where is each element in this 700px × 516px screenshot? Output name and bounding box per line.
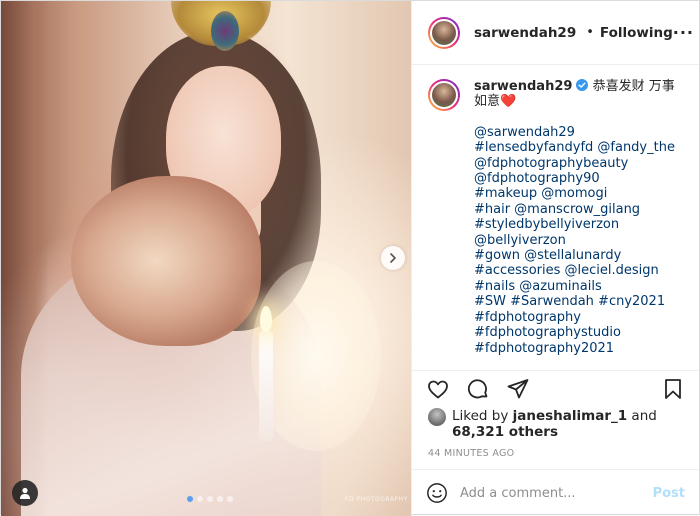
more-icon[interactable]: ··· xyxy=(673,23,694,42)
emoji-icon[interactable] xyxy=(426,482,448,504)
caption-tag-line[interactable]: #styledbybellyiverzon xyxy=(474,217,683,232)
image-headpiece-gem xyxy=(211,11,239,51)
carousel-dot xyxy=(217,496,223,502)
post-container: FD PHOTOGRAPHY sarwendah29 • Following ·… xyxy=(0,0,700,516)
caption-section: sarwendah29 恭喜发财 万事如意❤️ @sarwendah29 #len… xyxy=(412,65,699,364)
user-tag-icon xyxy=(20,487,30,499)
post-image[interactable]: FD PHOTOGRAPHY xyxy=(1,1,411,516)
image-fan xyxy=(71,176,261,346)
image-candle-flame xyxy=(260,306,272,332)
bookmark-icon[interactable] xyxy=(661,377,685,401)
header-separator: • xyxy=(586,25,594,40)
liker-avatar[interactable] xyxy=(428,408,446,426)
author-username[interactable]: sarwendah29 xyxy=(474,25,576,41)
carousel-indicator xyxy=(187,496,233,502)
caption-hashtags: @sarwendah29 #lensedbyfandyfd @fandy_the @… xyxy=(474,125,683,356)
heart-emoji: ❤️ xyxy=(500,94,517,110)
caption-author-avatar[interactable] xyxy=(428,79,460,111)
caption-tag-line[interactable]: @fdphotography90 xyxy=(474,171,683,186)
caption-username[interactable]: sarwendah29 xyxy=(474,79,572,94)
image-candle xyxy=(259,331,273,441)
share-icon[interactable] xyxy=(506,377,530,401)
likes-prefix: Liked by xyxy=(452,408,513,424)
carousel-dot xyxy=(197,496,203,502)
post-timestamp[interactable]: 44 MINUTES AGO xyxy=(412,440,699,459)
post-header: sarwendah29 • Following ··· xyxy=(412,1,699,65)
post-sidebar: sarwendah29 • Following ··· sarwendah29 … xyxy=(411,1,699,516)
caption-tag-line[interactable]: #hair @manscrow_gilang xyxy=(474,202,683,217)
chevron-right-icon xyxy=(390,253,396,263)
carousel-dot xyxy=(187,496,193,502)
post-comment-button[interactable]: Post xyxy=(653,486,685,501)
caption-tag-line[interactable]: #accessories @leciel.design xyxy=(474,263,683,278)
comment-input[interactable] xyxy=(460,485,653,501)
avatar-image xyxy=(430,81,458,109)
comment-bar: Post xyxy=(412,469,699,516)
caption-tag-line[interactable]: #fdphotography xyxy=(474,310,683,325)
caption-tag-line[interactable]: @bellyiverzon xyxy=(474,233,683,248)
carousel-dot xyxy=(207,496,213,502)
following-button[interactable]: Following xyxy=(600,25,673,41)
caption-tag-line[interactable]: @fdphotographybeauty xyxy=(474,156,683,171)
likes-text: Liked by janeshalimar_1 and 68,321 other… xyxy=(452,408,657,440)
photo-watermark: FD PHOTOGRAPHY xyxy=(345,496,408,503)
caption-tag-line[interactable]: @sarwendah29 xyxy=(474,125,683,140)
action-bar xyxy=(412,370,699,406)
comment-icon[interactable] xyxy=(466,377,490,401)
likes-summary: Liked by janeshalimar_1 and 68,321 other… xyxy=(412,406,699,440)
caption-tag-line[interactable]: #gown @stellalunardy xyxy=(474,248,683,263)
caption-tag-line[interactable]: #fdphotography2021 xyxy=(474,341,683,356)
likes-middle: and xyxy=(627,408,657,424)
caption-tag-line[interactable]: #SW #Sarwendah #cny2021 xyxy=(474,294,683,309)
carousel-dot xyxy=(227,496,233,502)
caption-tag-line[interactable]: #fdphotographystudio xyxy=(474,325,683,340)
caption-tag-line[interactable]: #makeup @momogi xyxy=(474,186,683,201)
heart-icon[interactable] xyxy=(426,377,450,401)
caption-tag-line[interactable]: #lensedbyfandyfd @fandy_the xyxy=(474,140,683,155)
liker-username[interactable]: janeshalimar_1 xyxy=(513,408,628,424)
avatar-image xyxy=(430,18,458,47)
user-tag-button[interactable] xyxy=(12,480,38,506)
caption-text: sarwendah29 恭喜发财 万事如意❤️ @sarwendah29 #len… xyxy=(474,79,683,364)
caption-tag-line[interactable]: #nails @azuminails xyxy=(474,279,683,294)
author-avatar[interactable] xyxy=(428,16,460,49)
carousel-next-button[interactable] xyxy=(381,246,405,270)
verified-icon xyxy=(576,79,589,91)
likes-count[interactable]: 68,321 others xyxy=(452,424,558,440)
